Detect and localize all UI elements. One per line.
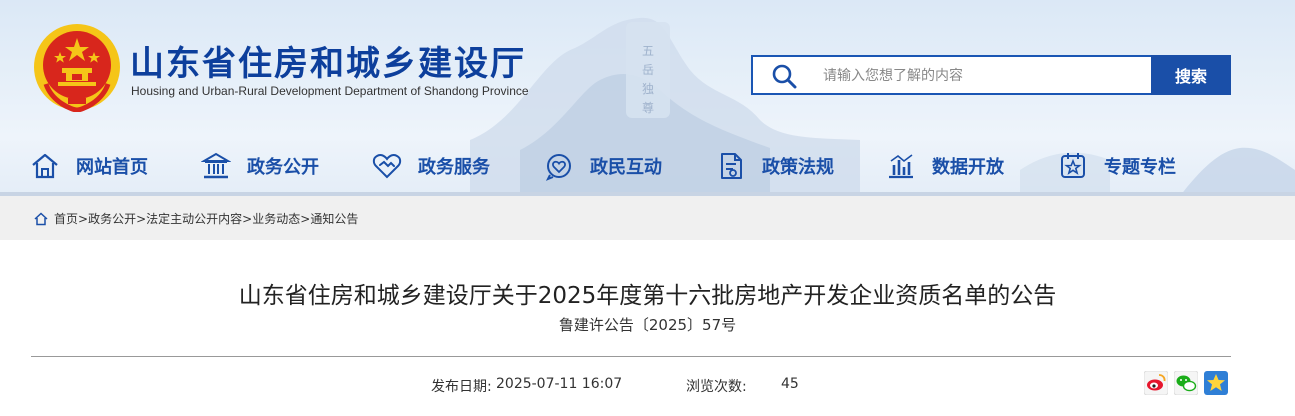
nav-item-gov-affairs[interactable]: 政务公开 [201, 146, 319, 186]
nav-label: 专题专栏 [1104, 157, 1176, 178]
search-button[interactable]: 搜索 [1151, 55, 1231, 95]
breadcrumb-item-notices[interactable]: 通知公告 [310, 210, 358, 227]
home-icon [32, 153, 58, 179]
document-icon [721, 153, 742, 179]
handshake-heart-icon [372, 154, 402, 179]
favorite-star-icon[interactable] [1204, 371, 1228, 395]
home-icon [34, 211, 48, 225]
site-subtitle: Housing and Urban-Rural Development Depa… [131, 84, 529, 98]
publish-date-value: 2025-07-11 16:07 [496, 376, 623, 392]
wechat-icon[interactable] [1174, 371, 1198, 395]
star-badge-icon [1061, 153, 1085, 178]
nav-item-home[interactable]: 网站首页 [30, 146, 148, 186]
article-title: 山东省住房和城乡建设厅关于2025年度第十六批房地产开发企业资质名单的公告 [238, 283, 1057, 309]
article-divider [31, 356, 1231, 357]
nav-item-special-topics[interactable]: 专题专栏 [1058, 146, 1176, 186]
search-box [751, 55, 1152, 95]
breadcrumb-item-statutory-disclosure[interactable]: 法定主动公开内容 [146, 210, 242, 227]
nav-label: 政务服务 [418, 157, 490, 178]
document-number: 鲁建许公告〔2025〕57号 [558, 316, 737, 334]
breadcrumb-item-gov-affairs[interactable]: 政务公开 [88, 210, 136, 227]
svg-text:岳: 岳 [642, 63, 654, 77]
nav-item-open-data[interactable]: 数据开放 [886, 146, 1004, 186]
nav-label: 网站首页 [76, 157, 148, 178]
publish-date-label: 发布日期: [431, 379, 492, 395]
weibo-icon[interactable] [1144, 371, 1168, 395]
search-input[interactable] [823, 65, 1143, 87]
chat-heart-icon [545, 154, 571, 181]
nav-label: 数据开放 [932, 157, 1004, 178]
breadcrumb-separator: > [242, 211, 253, 226]
breadcrumb-separator: > [300, 211, 311, 226]
site-title[interactable]: 山东省住房和城乡建设厅 [130, 36, 526, 85]
svg-text:五: 五 [642, 44, 654, 58]
breadcrumb-item-business-news[interactable]: 业务动态 [252, 210, 300, 227]
breadcrumb-bar: 首页 > 政务公开 > 法定主动公开内容 > 业务动态 > 通知公告 [0, 196, 1295, 240]
svg-text:独: 独 [642, 82, 654, 96]
site-header: 五 岳 独 尊 山东省住房和城乡建设厅 Housing and Urban-Ru… [0, 0, 1295, 196]
view-count-label: 浏览次数: [686, 379, 747, 395]
breadcrumb-separator: > [136, 211, 147, 226]
view-count-value: 45 [781, 376, 799, 392]
nav-item-policy[interactable]: 政策法规 [716, 146, 834, 186]
breadcrumb-item-home[interactable]: 首页 [54, 210, 78, 227]
nav-label: 政策法规 [762, 157, 834, 178]
building-icon [201, 152, 231, 179]
nav-label: 政民互动 [590, 157, 662, 178]
nav-item-gov-services[interactable]: 政务服务 [372, 146, 490, 186]
nav-label: 政务公开 [247, 157, 319, 178]
national-emblem-icon [34, 24, 120, 112]
svg-text:尊: 尊 [642, 100, 654, 115]
bar-chart-icon [889, 154, 913, 179]
nav-item-interaction[interactable]: 政民互动 [544, 146, 662, 186]
breadcrumb: 首页 > 政务公开 > 法定主动公开内容 > 业务动态 > 通知公告 [34, 210, 358, 227]
search-icon[interactable] [771, 63, 797, 89]
breadcrumb-separator: > [78, 211, 89, 226]
